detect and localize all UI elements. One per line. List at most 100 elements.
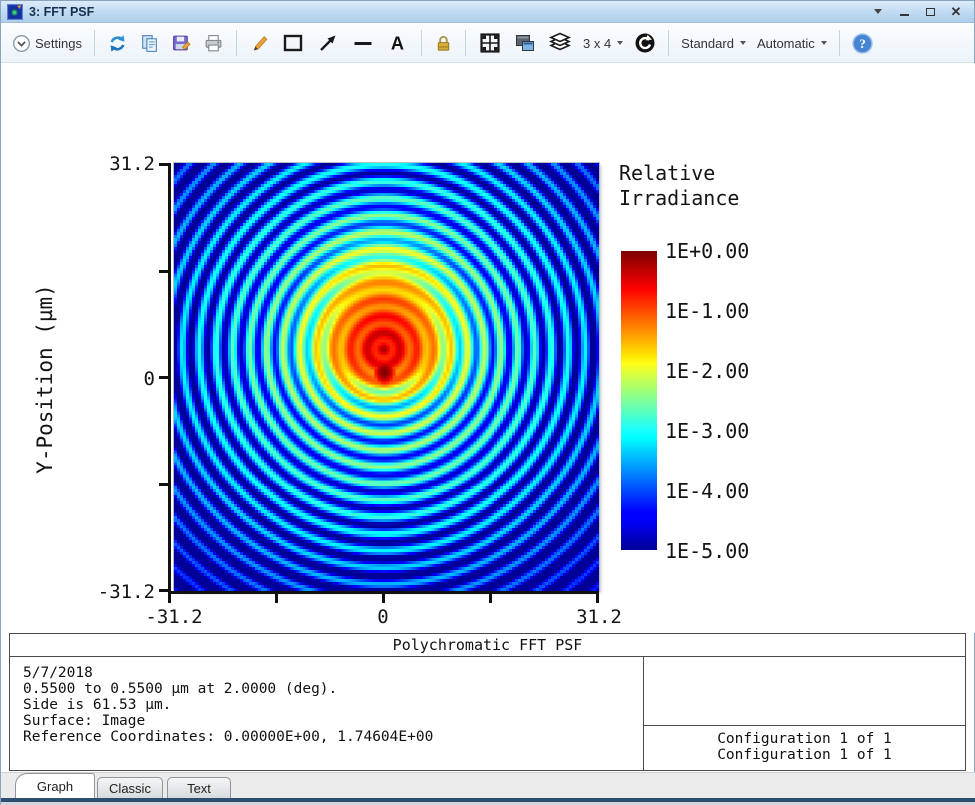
- y-axis-title: Y-Position (µm): [33, 229, 57, 529]
- refresh-icon: [107, 33, 128, 54]
- config-cell: Configuration 1 of 1 Configuration 1 of …: [643, 657, 965, 770]
- window-title: 3: FFT PSF: [29, 5, 94, 19]
- tab-graph[interactable]: Graph: [15, 773, 95, 798]
- colorbar-label: 1E-2.00: [665, 360, 749, 382]
- y-axis-tick: [159, 270, 168, 273]
- svg-text:A: A: [391, 33, 404, 53]
- x-tick-label-right: 31.2: [554, 606, 644, 628]
- psf-plot: [174, 163, 599, 591]
- detail-wavelength: 0.5500 to 0.5500 µm at 2.0000 (deg).: [23, 681, 643, 697]
- view-tab-strip: Graph Classic Text: [1, 772, 975, 798]
- colorbar-gradient-canvas: [621, 251, 657, 550]
- colorbar-label: 1E-5.00: [665, 540, 749, 562]
- colorbar-title: Relative Irradiance: [619, 161, 739, 211]
- help-button[interactable]: ?: [849, 31, 876, 56]
- toolbar: Settings: [1, 24, 974, 63]
- analysis-details: 5/7/2018 0.5500 to 0.5500 µm at 2.0000 (…: [10, 657, 643, 770]
- lock-button[interactable]: [431, 32, 456, 55]
- colorbar-label: 1E-4.00: [665, 480, 749, 502]
- x-tick-label-left: -31.2: [129, 606, 219, 628]
- chevron-down-icon: [617, 41, 623, 45]
- rectangle-icon: [281, 31, 305, 55]
- detail-side: Side is 61.53 µm.: [23, 697, 643, 713]
- draw-arrow-button[interactable]: [313, 29, 343, 57]
- maximize-button[interactable]: [922, 5, 938, 19]
- colorbar-title-line2: Irradiance: [619, 186, 739, 211]
- tab-text[interactable]: Text: [167, 777, 231, 798]
- layers-button[interactable]: [545, 29, 575, 57]
- add-text-button[interactable]: A: [383, 30, 412, 57]
- line-icon: [351, 31, 375, 55]
- y-axis-tick: [159, 376, 168, 379]
- x-axis-tick: [382, 594, 385, 603]
- psf-heatmap-canvas: [174, 163, 599, 591]
- arrow-icon: [316, 31, 340, 55]
- y-axis-tick: [159, 163, 168, 166]
- save-button[interactable]: [168, 31, 195, 56]
- toolbar-separator: [839, 30, 840, 56]
- tab-graph-label: Graph: [37, 779, 73, 794]
- colorbar-label: 1E-3.00: [665, 420, 749, 442]
- tab-classic[interactable]: Classic: [97, 777, 163, 798]
- chevron-down-icon: [821, 41, 827, 45]
- grid-size-dropdown[interactable]: 3 x 4: [580, 34, 626, 53]
- x-axis-tick: [596, 594, 599, 603]
- detail-date: 5/7/2018: [23, 665, 643, 681]
- annotate-pencil-button[interactable]: [246, 31, 273, 56]
- duplicate-window-icon: [513, 31, 537, 55]
- detail-surface: Surface: Image: [23, 713, 643, 729]
- colorbar-label: 1E-1.00: [665, 300, 749, 322]
- lock-icon: [434, 34, 453, 53]
- duplicate-window-button[interactable]: [510, 29, 540, 57]
- config-cell-empty: [644, 657, 965, 726]
- draw-line-button[interactable]: [348, 29, 378, 57]
- automatic-dropdown[interactable]: Automatic: [754, 34, 830, 53]
- tile-windows-button[interactable]: [475, 29, 505, 57]
- configuration-line: Configuration 1 of 1: [644, 747, 965, 763]
- toolbar-separator: [236, 30, 237, 56]
- graph-panel: 31.2 0 -31.2 -31.2 0 31.2 X-Position (µm…: [1, 63, 975, 633]
- print-icon: [203, 33, 224, 54]
- minimize-button[interactable]: [896, 5, 912, 19]
- close-button[interactable]: ✕: [948, 5, 964, 19]
- toolbar-separator: [465, 30, 466, 56]
- settings-chevron-icon: [12, 34, 31, 53]
- info-panel: Polychromatic FFT PSF 5/7/2018 0.5500 to…: [9, 633, 966, 771]
- tile-windows-icon: [478, 31, 502, 55]
- print-button[interactable]: [200, 31, 227, 56]
- configuration-status: Configuration 1 of 1 Configuration 1 of …: [644, 726, 965, 770]
- settings-button[interactable]: Settings: [9, 32, 85, 55]
- y-axis-line: [168, 163, 171, 594]
- analysis-title: Polychromatic FFT PSF: [10, 634, 965, 657]
- tab-classic-label: Classic: [109, 781, 151, 796]
- y-tick-label-top: 31.2: [85, 153, 155, 175]
- x-tick-label-mid: 0: [338, 606, 428, 628]
- standard-dropdown[interactable]: Standard: [678, 34, 749, 53]
- rotate-icon: [634, 32, 656, 54]
- save-icon: [171, 33, 192, 54]
- toolbar-separator: [668, 30, 669, 56]
- window-psf-icon: [7, 4, 23, 20]
- chevron-down-icon: [740, 41, 746, 45]
- tab-text-label: Text: [187, 781, 211, 796]
- draw-rectangle-button[interactable]: [278, 29, 308, 57]
- layers-icon: [548, 31, 572, 55]
- toolbar-separator: [94, 30, 95, 56]
- rotate-button[interactable]: [631, 30, 659, 56]
- grid-size-label: 3 x 4: [583, 36, 611, 51]
- x-axis-tick: [275, 594, 278, 603]
- copy-button[interactable]: [136, 31, 163, 56]
- y-axis-tick: [159, 483, 168, 486]
- window-menu-caret-icon[interactable]: [870, 5, 886, 19]
- automatic-label: Automatic: [757, 36, 815, 51]
- help-icon: ?: [852, 33, 873, 54]
- svg-text:?: ?: [859, 36, 866, 51]
- refresh-button[interactable]: [104, 31, 131, 56]
- pencil-icon: [249, 33, 270, 54]
- standard-label: Standard: [681, 36, 734, 51]
- toolbar-separator: [421, 30, 422, 56]
- colorbar-title-line1: Relative: [619, 161, 739, 186]
- x-axis-tick: [489, 594, 492, 603]
- configuration-line: Configuration 1 of 1: [644, 731, 965, 747]
- copy-icon: [139, 33, 160, 54]
